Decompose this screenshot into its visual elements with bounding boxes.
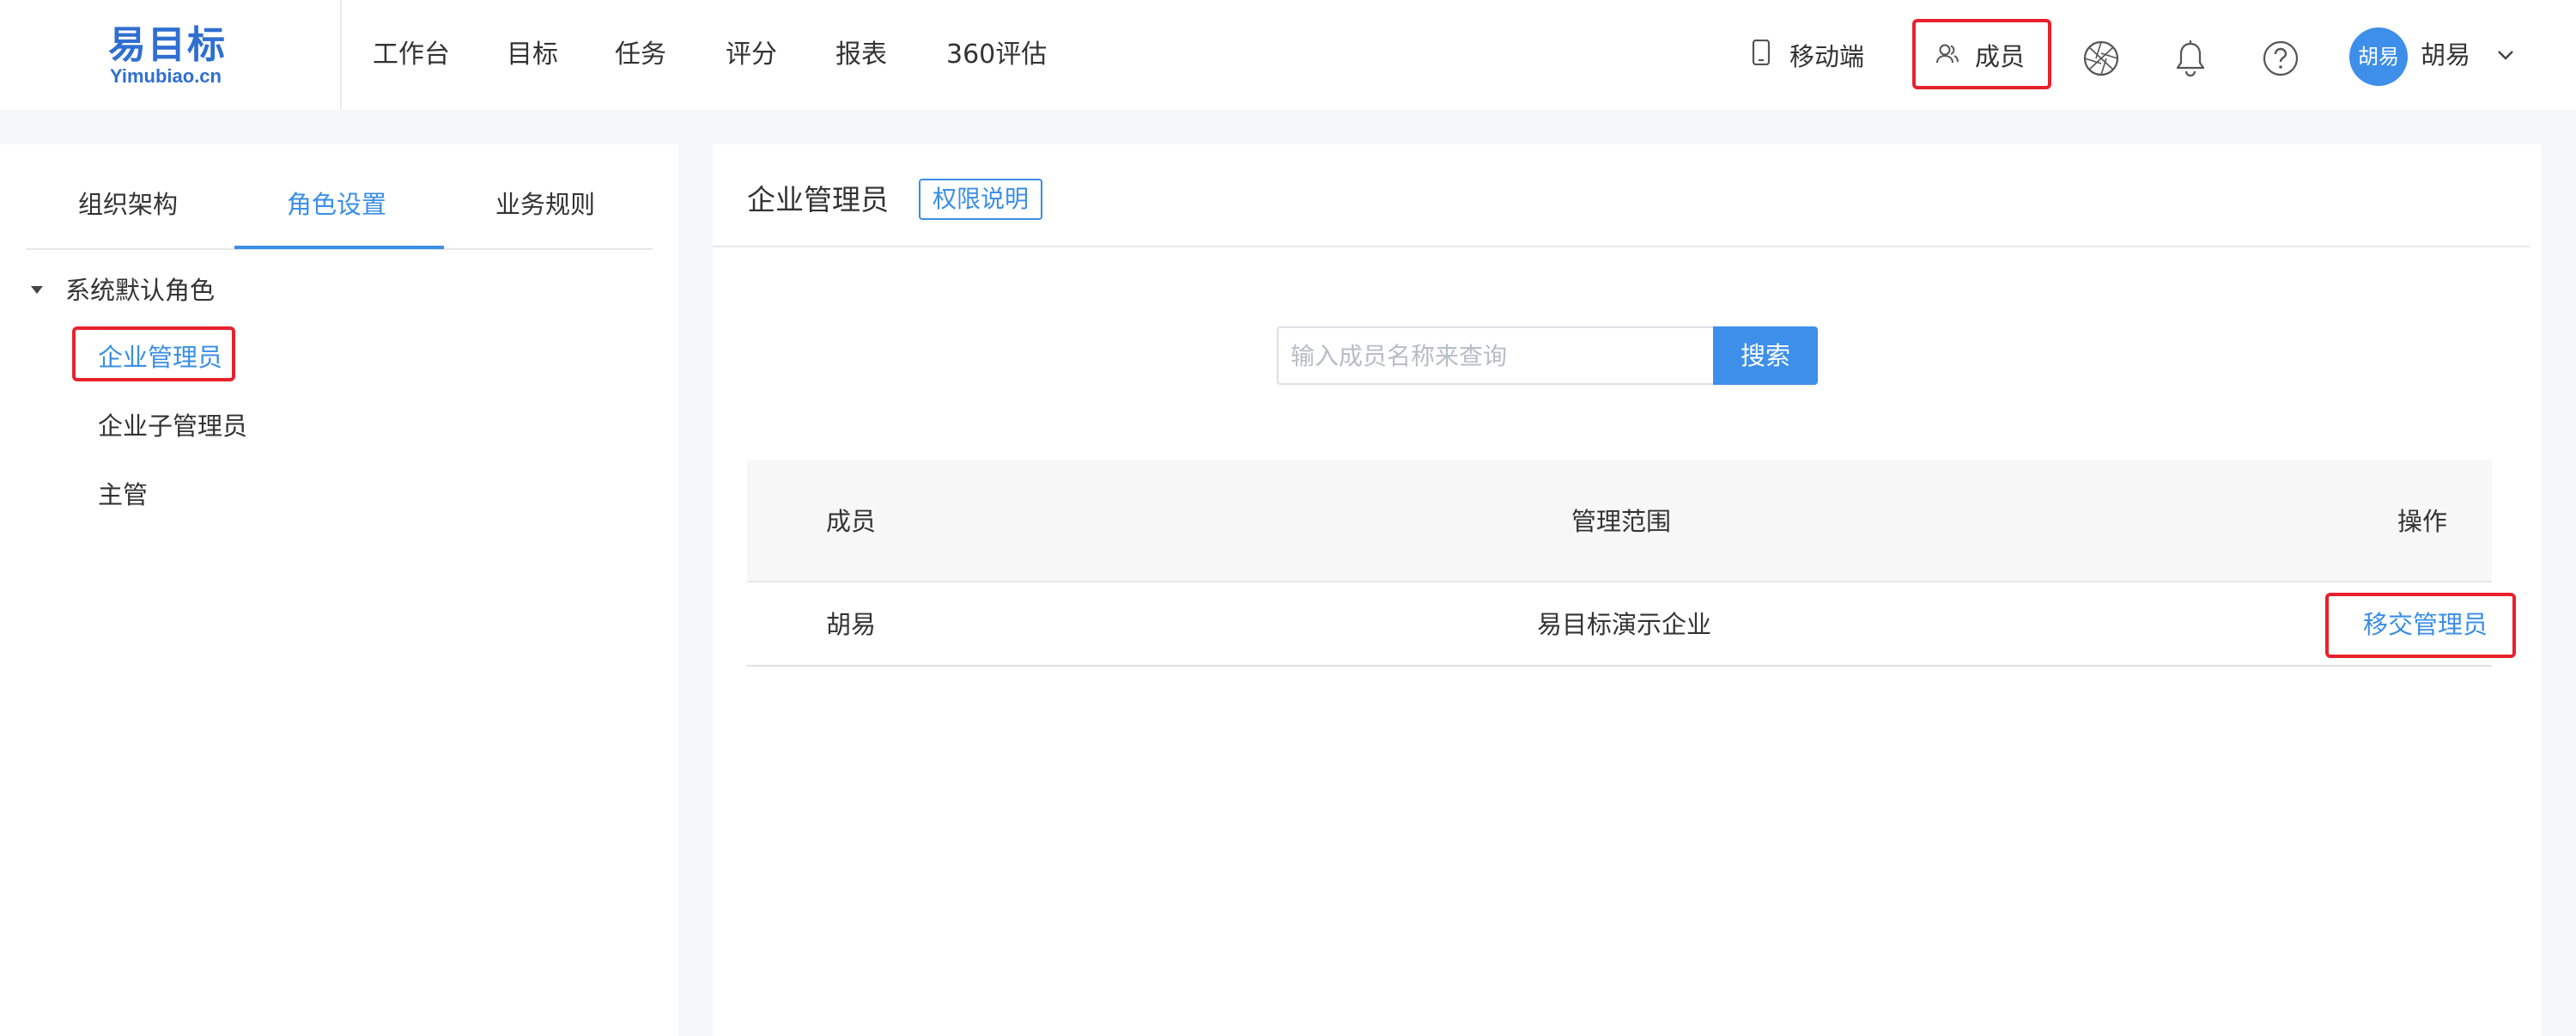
- column-header-member: 成员: [826, 507, 877, 536]
- avatar[interactable]: 胡易: [2349, 27, 2408, 86]
- search-button[interactable]: 搜索: [1713, 326, 1818, 385]
- column-header-action: 操作: [2397, 507, 2448, 536]
- members-label: 成员: [1975, 42, 2026, 71]
- active-tab-indicator: [234, 246, 444, 249]
- caret-down-icon[interactable]: [31, 286, 43, 294]
- tree-root-default-roles[interactable]: 系统默认角色: [65, 271, 215, 309]
- top-bar: 易目标 Yimubiao.cn 工作台 目标 任务 评分 报表 360评估 移动…: [0, 0, 2576, 110]
- bell-icon[interactable]: [2173, 40, 2208, 81]
- table-header: 成员 管理范围 操作: [747, 460, 2492, 582]
- permission-info-button[interactable]: 权限说明: [919, 179, 1042, 220]
- nav-scoring[interactable]: 评分: [726, 38, 777, 72]
- user-name[interactable]: 胡易: [2421, 38, 2470, 72]
- chevron-down-icon[interactable]: [2497, 48, 2514, 64]
- tab-role-settings[interactable]: 角色设置: [287, 179, 386, 230]
- main-panel: 企业管理员 权限说明 搜索 成员 管理范围 操作 胡易 易目标演示企业 移交管理…: [713, 144, 2542, 1036]
- nav-reports[interactable]: 报表: [835, 38, 887, 72]
- cell-scope: 易目标演示企业: [1537, 610, 1712, 639]
- transfer-admin-link[interactable]: 移交管理员: [2363, 582, 2488, 667]
- logo-text: 易目标: [108, 23, 227, 67]
- table-row: 胡易 易目标演示企业 移交管理员: [747, 582, 2516, 667]
- nav-360-review[interactable]: 360评估: [946, 38, 1047, 72]
- mobile-label: 移动端: [1789, 42, 1865, 71]
- mobile-link[interactable]: 移动端: [1752, 38, 1864, 72]
- logo-domain: Yimubiao.cn: [110, 65, 222, 87]
- mobile-icon: [1752, 39, 1771, 74]
- header-divider: [713, 246, 2530, 247]
- nav-goals[interactable]: 目标: [507, 38, 558, 72]
- tab-org-structure[interactable]: 组织架构: [78, 179, 178, 230]
- help-icon[interactable]: [2262, 40, 2300, 81]
- aperture-icon[interactable]: [2082, 40, 2120, 81]
- nav-workbench[interactable]: 工作台: [373, 38, 450, 72]
- members-icon: [1935, 40, 1959, 74]
- cell-member: 胡易: [826, 610, 877, 639]
- logo[interactable]: 易目标 Yimubiao.cn: [0, 0, 342, 110]
- nav-tasks[interactable]: 任务: [615, 38, 666, 72]
- left-panel: 组织架构 角色设置 业务规则 系统默认角色 企业管理员 企业子管理员 主管: [0, 144, 678, 1036]
- column-header-scope: 管理范围: [1571, 507, 1672, 536]
- members-button[interactable]: 成员: [1935, 38, 2025, 72]
- role-supervisor[interactable]: 主管: [98, 476, 148, 514]
- tab-business-rules[interactable]: 业务规则: [495, 179, 595, 230]
- role-enterprise-sub-admin[interactable]: 企业子管理员: [98, 407, 247, 445]
- role-enterprise-admin[interactable]: 企业管理员: [98, 338, 222, 376]
- member-search-input[interactable]: [1277, 326, 1713, 385]
- page-title: 企业管理员: [747, 183, 889, 216]
